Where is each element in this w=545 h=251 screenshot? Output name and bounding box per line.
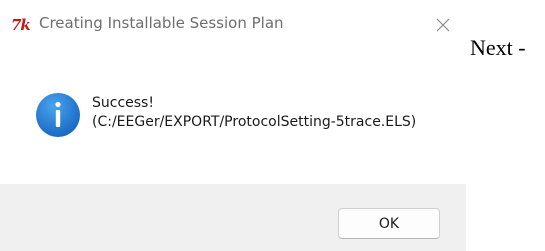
close-button[interactable] — [420, 0, 466, 50]
dialog-content: Success! (C:/EEGer/EXPORT/ProtocolSettin… — [0, 50, 466, 184]
tk-feather-icon: 7k — [11, 16, 31, 34]
message-dialog: 7k Creating Installable Session Plan Suc… — [0, 0, 466, 251]
background-document-text: Next - — [470, 35, 526, 60]
message-text: Success! (C:/EEGer/EXPORT/ProtocolSettin… — [92, 94, 416, 132]
message-title: Success! — [92, 95, 154, 111]
ok-button[interactable]: OK — [338, 208, 440, 239]
info-icon — [36, 93, 80, 137]
dialog-footer: OK — [0, 184, 466, 251]
close-icon — [436, 18, 450, 32]
title-bar[interactable]: 7k Creating Installable Session Plan — [0, 0, 466, 50]
message-path: (C:/EEGer/EXPORT/ProtocolSetting-5trace.… — [92, 114, 417, 130]
dialog-title: Creating Installable Session Plan — [39, 14, 284, 32]
